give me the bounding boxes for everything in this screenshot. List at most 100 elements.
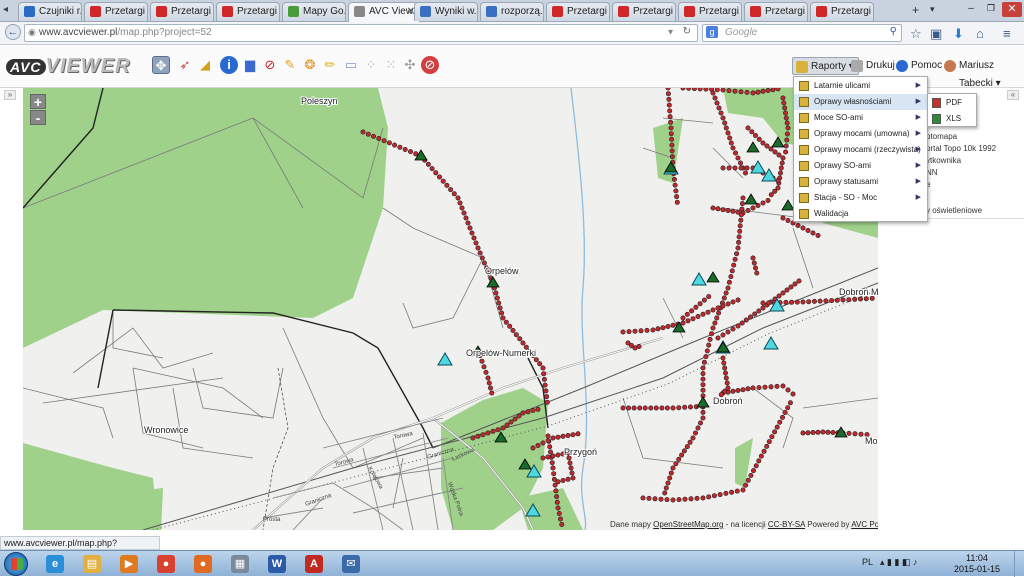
street-lamp-marker[interactable] bbox=[485, 430, 491, 436]
street-lamp-marker[interactable] bbox=[525, 409, 531, 415]
street-lamp-marker[interactable] bbox=[553, 488, 559, 494]
street-lamp-marker[interactable] bbox=[669, 154, 675, 160]
street-lamp-marker[interactable] bbox=[725, 329, 731, 335]
street-lamp-marker[interactable] bbox=[504, 422, 510, 428]
street-lamp-marker[interactable] bbox=[667, 114, 673, 120]
edit-tool-icon[interactable]: ✏ bbox=[321, 56, 339, 74]
street-lamp-marker[interactable] bbox=[479, 358, 485, 364]
street-lamp-marker[interactable] bbox=[545, 437, 551, 443]
street-lamp-marker[interactable] bbox=[776, 152, 782, 158]
street-lamp-marker[interactable] bbox=[471, 235, 477, 241]
language-indicator[interactable]: PL bbox=[862, 557, 873, 567]
street-lamp-marker[interactable] bbox=[762, 384, 768, 390]
minimize-button[interactable]: ‒ bbox=[962, 3, 980, 17]
street-lamp-marker[interactable] bbox=[783, 299, 789, 305]
street-lamp-marker[interactable] bbox=[738, 89, 744, 95]
street-lamp-marker[interactable] bbox=[470, 435, 476, 441]
close-window-button[interactable]: ✕ bbox=[1002, 2, 1022, 17]
street-lamp-marker[interactable] bbox=[858, 431, 864, 437]
download-icon[interactable]: ⬇ bbox=[953, 26, 964, 42]
street-lamp-marker[interactable] bbox=[754, 270, 760, 276]
street-lamp-marker[interactable] bbox=[750, 468, 756, 474]
street-lamp-marker[interactable] bbox=[543, 388, 549, 394]
street-lamp-marker[interactable] bbox=[810, 230, 816, 236]
street-lamp-marker[interactable] bbox=[407, 149, 413, 155]
street-lamp-marker[interactable] bbox=[730, 326, 736, 332]
street-lamp-marker[interactable] bbox=[642, 405, 648, 411]
street-lamp-marker[interactable] bbox=[724, 380, 730, 386]
right-panel-toggle[interactable]: « bbox=[1007, 90, 1019, 100]
street-lamp-marker[interactable] bbox=[706, 494, 712, 500]
street-lamp-marker[interactable] bbox=[697, 88, 703, 92]
street-lamp-marker[interactable] bbox=[775, 178, 781, 184]
street-lamp-marker[interactable] bbox=[745, 125, 751, 131]
street-lamp-marker[interactable] bbox=[783, 143, 789, 149]
street-lamp-marker[interactable] bbox=[626, 329, 632, 335]
street-lamp-marker[interactable] bbox=[376, 135, 382, 141]
street-lamp-marker[interactable] bbox=[730, 145, 736, 151]
street-lamp-marker[interactable] bbox=[670, 405, 676, 411]
street-lamp-marker[interactable] bbox=[632, 328, 638, 334]
street-lamp-marker[interactable] bbox=[758, 453, 764, 459]
street-lamp-marker[interactable] bbox=[473, 240, 479, 246]
street-lamp-marker[interactable] bbox=[815, 429, 821, 435]
street-lamp-marker[interactable] bbox=[547, 444, 553, 450]
street-lamp-marker[interactable] bbox=[429, 166, 435, 172]
street-lamp-marker[interactable] bbox=[557, 516, 563, 522]
street-lamp-marker[interactable] bbox=[752, 132, 758, 138]
search-input[interactable]: g Google ⚲ bbox=[702, 24, 902, 42]
switch-cabinet-marker[interactable] bbox=[706, 271, 720, 283]
street-lamp-marker[interactable] bbox=[770, 88, 776, 93]
street-lamp-marker[interactable] bbox=[750, 90, 756, 96]
street-lamp-marker[interactable] bbox=[700, 387, 706, 393]
street-lamp-marker[interactable] bbox=[700, 371, 706, 377]
street-lamp-marker[interactable] bbox=[640, 495, 646, 501]
street-lamp-marker[interactable] bbox=[451, 191, 457, 197]
taskbar-app-word[interactable]: W bbox=[260, 553, 294, 575]
street-lamp-marker[interactable] bbox=[755, 89, 761, 95]
street-lamp-marker[interactable] bbox=[701, 359, 707, 365]
street-lamp-marker[interactable] bbox=[728, 140, 734, 146]
street-lamp-marker[interactable] bbox=[679, 452, 685, 458]
street-lamp-marker[interactable] bbox=[490, 428, 496, 434]
street-lamp-marker[interactable] bbox=[660, 325, 666, 331]
report-menu-item[interactable]: Walidacja bbox=[794, 206, 927, 222]
street-lamp-marker[interactable] bbox=[726, 165, 732, 171]
street-lamp-marker[interactable] bbox=[744, 89, 750, 95]
pointer-tool-icon[interactable]: ➶ bbox=[176, 56, 194, 74]
browser-tab[interactable]: Czujniki r... bbox=[18, 2, 82, 21]
street-lamp-marker[interactable] bbox=[667, 475, 673, 481]
street-lamp-marker[interactable] bbox=[670, 465, 676, 471]
street-lamp-marker[interactable] bbox=[790, 391, 796, 397]
street-lamp-marker[interactable] bbox=[732, 165, 738, 171]
street-lamp-marker[interactable] bbox=[716, 105, 722, 111]
street-lamp-marker[interactable] bbox=[740, 195, 746, 201]
street-lamp-marker[interactable] bbox=[715, 335, 721, 341]
taskbar-app-thunderbird[interactable]: ✉ bbox=[334, 553, 368, 575]
street-lamp-marker[interactable] bbox=[667, 108, 673, 114]
street-lamp-marker[interactable] bbox=[700, 376, 706, 382]
report-menu-item[interactable]: Stacja - SO - Moc ▶ bbox=[794, 190, 927, 206]
street-lamp-marker[interactable] bbox=[789, 299, 795, 305]
pan-tool-icon[interactable]: ✥ bbox=[152, 56, 170, 74]
measure-tool-icon[interactable]: ◢ bbox=[196, 56, 214, 74]
taskbar-app-media[interactable]: ▶ bbox=[112, 553, 146, 575]
street-lamp-marker[interactable] bbox=[680, 315, 686, 321]
remove-selection-icon[interactable]: ⊘ bbox=[261, 56, 279, 74]
street-lamp-marker[interactable] bbox=[537, 361, 543, 367]
street-lamp-marker[interactable] bbox=[513, 332, 519, 338]
street-lamp-marker[interactable] bbox=[736, 234, 742, 240]
street-lamp-marker[interactable] bbox=[544, 399, 550, 405]
street-lamp-marker[interactable] bbox=[721, 295, 727, 301]
street-lamp-marker[interactable] bbox=[700, 495, 706, 501]
street-lamp-marker[interactable] bbox=[392, 142, 398, 148]
street-lamp-marker[interactable] bbox=[710, 325, 716, 331]
street-lamp-marker[interactable] bbox=[694, 495, 700, 501]
street-lamp-marker[interactable] bbox=[764, 443, 770, 449]
street-lamp-marker[interactable] bbox=[554, 499, 560, 505]
help-button[interactable]: Pomoc bbox=[893, 57, 946, 75]
street-lamp-marker[interactable] bbox=[535, 442, 541, 448]
street-lamp-marker[interactable] bbox=[545, 454, 551, 460]
new-tab-button[interactable]: + bbox=[912, 3, 919, 17]
street-lamp-marker[interactable] bbox=[549, 460, 555, 466]
